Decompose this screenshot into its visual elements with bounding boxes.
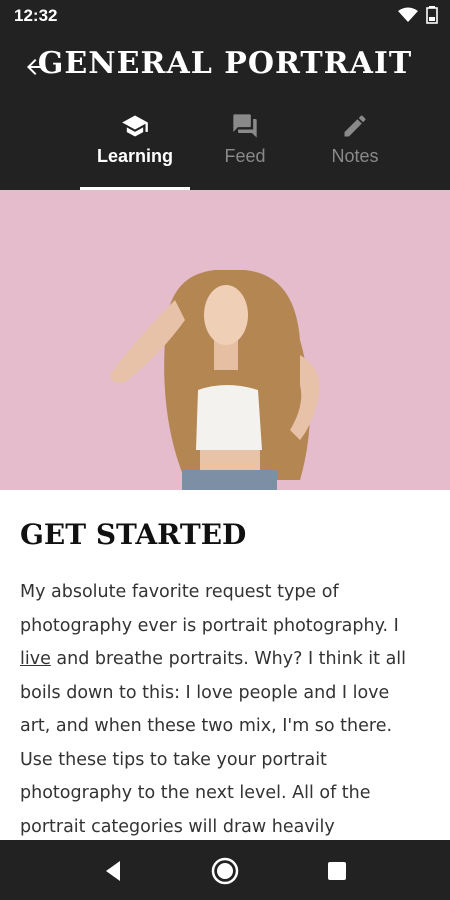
article-body: My absolute favorite request type of pho… (20, 576, 425, 844)
graduation-cap-icon (122, 115, 148, 137)
status-time: 12:32 (14, 6, 58, 25)
portrait-photo (0, 190, 450, 490)
system-nav-bar (0, 840, 450, 900)
nav-back-icon (106, 861, 120, 881)
tab-notes[interactable]: Notes (300, 112, 410, 190)
inline-link[interactable]: live (20, 649, 51, 669)
nav-recents-icon (328, 862, 346, 880)
tab-label: Notes (331, 146, 379, 166)
section-heading: GET STARTED (20, 518, 247, 551)
status-icons (398, 6, 438, 28)
battery-icon (426, 6, 438, 28)
nav-recents-button[interactable] (322, 856, 352, 886)
paragraph-text: and breathe portraits. Why? I think it a… (20, 649, 407, 837)
chat-icon (233, 114, 257, 138)
status-bar: 12:32 (0, 0, 450, 32)
tab-feed[interactable]: Feed (190, 112, 300, 190)
pencil-icon (344, 115, 366, 137)
tab-bar: Learning Feed Notes (80, 112, 410, 190)
tab-label: Feed (224, 146, 266, 166)
nav-home-button[interactable] (210, 856, 240, 886)
article-content: GET STARTED My absolute favorite request… (0, 490, 450, 840)
nav-home-icon (211, 857, 239, 885)
page-title: GENERAL PORTRAIT (37, 46, 413, 81)
app-bar: GENERAL PORTRAIT Learning Feed Notes (0, 32, 450, 190)
paragraph-text: My absolute favorite request type of pho… (20, 582, 399, 636)
hero-image (0, 190, 450, 490)
nav-back-button[interactable] (98, 856, 128, 886)
tab-label: Learning (96, 146, 173, 166)
wifi-icon (398, 7, 418, 27)
tab-learning[interactable]: Learning (80, 112, 190, 190)
